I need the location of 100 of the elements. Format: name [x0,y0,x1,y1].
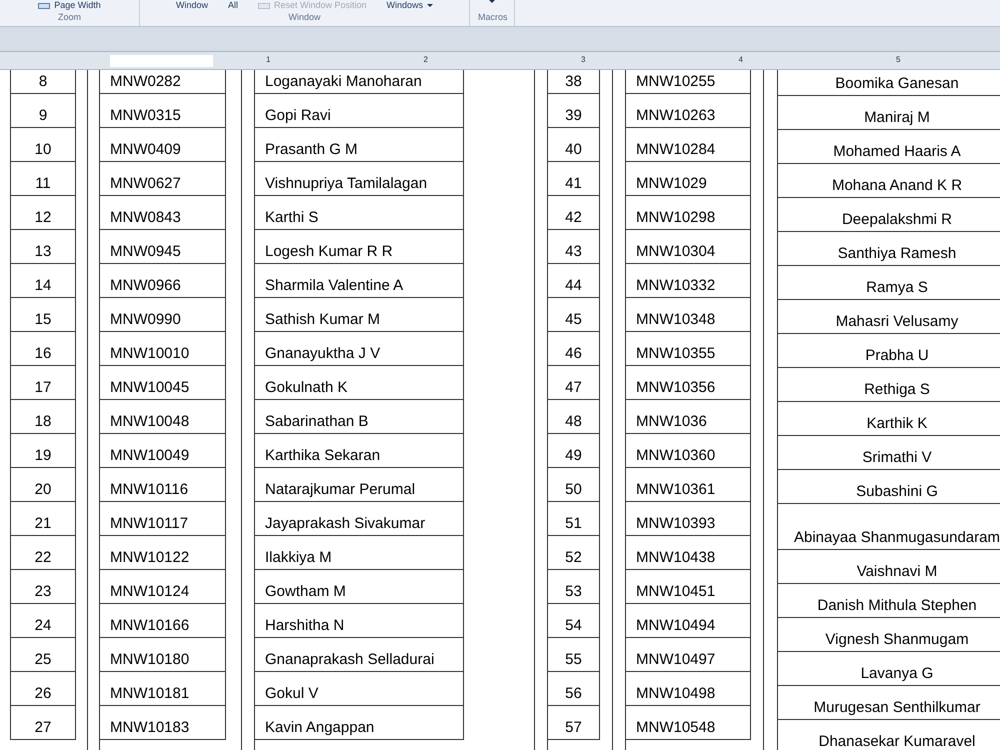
table-cell: Harshitha N [254,604,464,638]
table-cell: MNW10284 [625,128,751,162]
page-icon [258,2,270,8]
ruler-number: 3 [581,55,586,65]
dropdown-arrow-button[interactable] [489,0,495,3]
dropdown-button[interactable]: Windows [386,0,434,11]
table-cell: MNW10497 [625,638,751,672]
ruler-number: 5 [896,55,900,65]
table-cell: 51 [547,502,600,536]
table-cell: 39 [547,94,600,128]
table-cell: 44 [547,264,600,298]
table-cell: 20 [10,468,76,502]
table-cell: MNW0966 [99,264,226,298]
table-cell: MNW10548 [625,706,751,740]
table-cell: 15 [10,298,76,332]
group-label: Macros [478,10,506,24]
table-cell: MNW10045 [99,366,226,400]
table-cell: MNW10048 [99,400,226,434]
table-cell: MNW10117 [99,502,226,536]
table-cell: MNW0627 [99,162,226,196]
table-cell: MNW10166 [99,604,226,638]
table-cell: Gopi Ravi [254,94,464,128]
table-cell: MNW10451 [625,570,751,604]
ribbon-button[interactable]: Window [176,0,208,11]
table-cell: Gowtham M [254,570,464,604]
table-cell: MNW0315 [99,94,226,128]
table-cell: Karthika Sekaran [254,434,464,468]
table-cell: MNW10355 [625,332,751,366]
table-cell: MNW10498 [625,672,751,706]
table-cell: MNW10494 [625,604,751,638]
table-cell: 49 [547,434,600,468]
table-cell: MNW10298 [625,196,751,230]
table-cell: MNW0409 [99,128,226,162]
table-cell: MNW1036 [625,400,751,434]
table-cell: MNW10116 [99,468,226,502]
table-cell: MNW0945 [99,230,226,264]
caret-icon [427,4,434,7]
table-cell: 18 [10,400,76,434]
table-cell: MNW10124 [99,570,226,604]
group-label: Zoom [56,11,82,24]
ribbon-button[interactable]: Page Width [38,0,101,11]
ruler-number: 4 [738,55,743,65]
table-cell: Sabarinathan B [254,400,464,434]
table-cell: MNW10180 [99,638,226,672]
group-label: Window [287,11,322,24]
table-cell: MNW10438 [625,536,751,570]
table-cell: 14 [10,264,76,298]
table-cell: MNW10304 [625,230,751,264]
table-cell: MNW10332 [625,264,751,298]
table-cell: 50 [547,468,600,502]
table-cell: MNW0990 [99,298,226,332]
table-cell: 47 [547,366,600,400]
table-cell: Natarajkumar Perumal [254,468,464,502]
table-cell: 9 [10,94,76,128]
table-cell: 19 [10,434,76,468]
table-cell: MNW10010 [99,332,226,366]
table-cell: MNW10255 [625,70,751,94]
table-cell: MNW10263 [625,94,751,128]
table-cell: MNW10361 [625,468,751,502]
table-cell: 43 [547,230,600,264]
table-cell: MNW1029 [625,162,751,196]
table-cell: 23 [10,570,76,604]
table-cell: MNW10360 [625,434,751,468]
table-cell: 38 [547,70,600,94]
table-cell: 27 [10,706,76,740]
table-cell: MNW0843 [99,196,226,230]
table-cell: 16 [10,332,76,366]
table-cell: Kavin Angappan [254,706,464,740]
table-cell: Logesh Kumar R R [254,230,464,264]
table-cell: MNW10183 [99,706,226,740]
table-cell: 26 [10,672,76,706]
table-cell: 56 [547,672,600,706]
table-cell: 55 [547,638,600,672]
table-cell: 42 [547,196,600,230]
table-cell: 52 [547,536,600,570]
table-cell: 48 [547,400,600,434]
table-cell: 12 [10,196,76,230]
table-cell: Ilakkiya M [254,536,464,570]
table-cell: 13 [10,230,76,264]
ruler-number: 2 [424,55,428,65]
table-cell: MNW10049 [99,434,226,468]
ribbon-button[interactable]: All [228,0,238,11]
table-cell: 17 [10,366,76,400]
table-cell: Vishnupriya Tamilalagan [254,162,464,196]
table-cell: Karthi S [254,196,464,230]
table-cell: 57 [547,706,600,740]
table-cell: 41 [547,162,600,196]
table-cell: Gnanaprakash Selladurai [254,638,464,672]
table-cell: MNW10122 [99,536,226,570]
table-cell: 21 [10,502,76,536]
table-cell: 45 [547,298,600,332]
table-cell: MNW10181 [99,672,226,706]
table-cell: Gnanayuktha J V [254,332,464,366]
table-cell: 46 [547,332,600,366]
page-icon [38,2,50,8]
table-cell: MNW10393 [625,502,751,536]
table-cell: MNW10348 [625,298,751,332]
table-cell: Prasanth G M [254,128,464,162]
table-cell: Gokul V [254,672,464,706]
table-cell: MNW10356 [625,366,751,400]
